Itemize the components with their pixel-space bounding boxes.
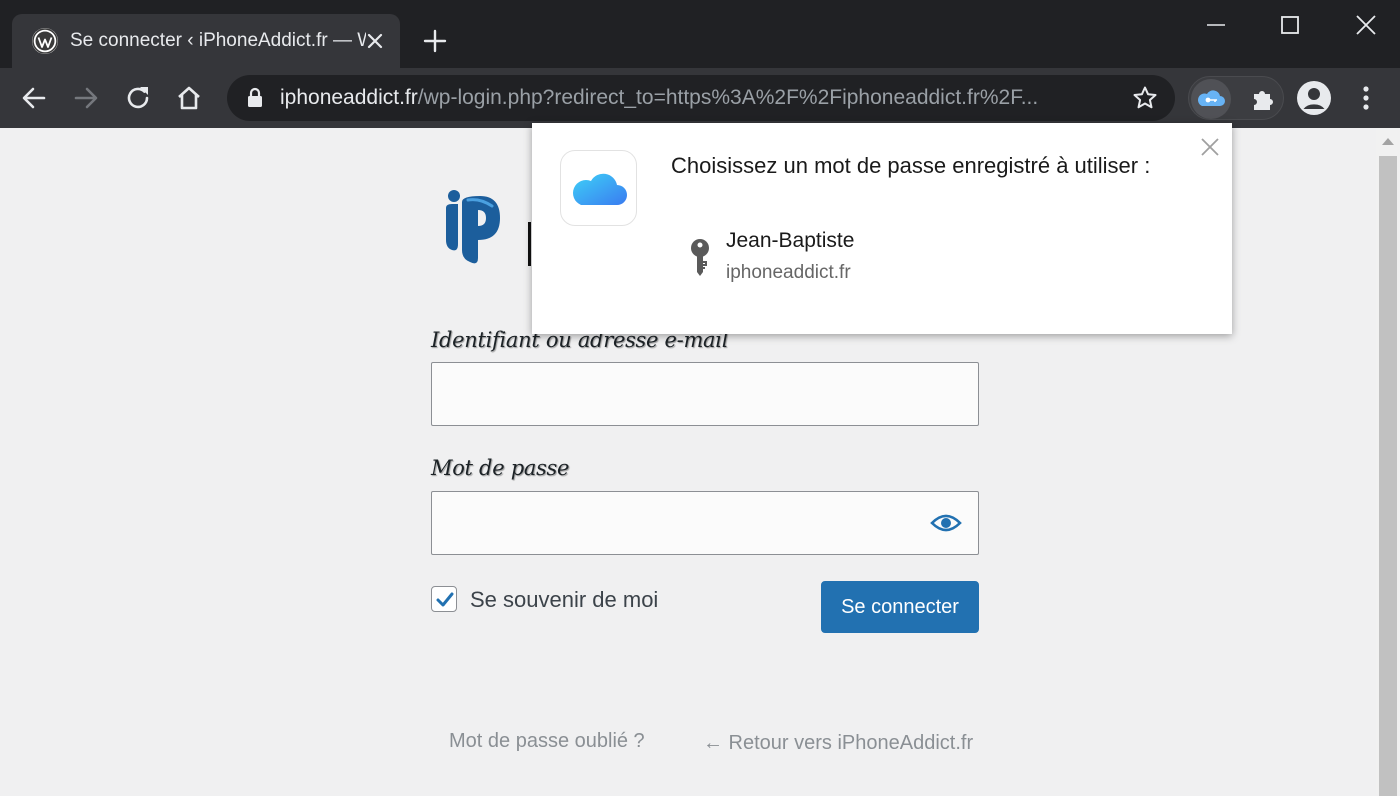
lost-password-link[interactable]: Mot de passe oublié ? <box>449 730 645 753</box>
iphoneaddict-logo[interactable] <box>440 182 540 272</box>
credential-site: iphoneaddict.fr <box>726 262 851 283</box>
reload-icon[interactable] <box>122 82 154 114</box>
plus-icon[interactable] <box>420 26 450 56</box>
minimize-icon[interactable] <box>1196 10 1236 40</box>
popup-title: Choisissez un mot de passe enregistré à … <box>671 153 1151 178</box>
saved-credential[interactable]: Jean-Baptiste iphoneaddict.fr <box>682 227 1102 289</box>
password-label: Mot de passe <box>431 456 570 480</box>
tab-title: Se connecter ‹ iPhoneAddict.fr — WordPre… <box>70 30 366 51</box>
url-text: iphoneaddict.fr/wp-login.php?redirect_to… <box>280 86 1110 110</box>
profile-icon[interactable] <box>1296 80 1332 116</box>
forward-icon[interactable] <box>70 82 102 114</box>
browser-toolbar: iphoneaddict.fr/wp-login.php?redirect_to… <box>0 68 1400 128</box>
scroll-up-icon[interactable] <box>1382 138 1394 145</box>
close-icon[interactable] <box>1200 137 1220 157</box>
close-icon[interactable] <box>362 28 388 54</box>
url-path: /wp-login.php?redirect_to=https%3A%2F%2F… <box>417 86 1039 109</box>
icloud-icon <box>560 150 637 226</box>
maximize-icon[interactable] <box>1270 10 1310 40</box>
address-bar[interactable]: iphoneaddict.fr/wp-login.php?redirect_to… <box>227 75 1175 121</box>
back-icon[interactable] <box>18 82 50 114</box>
login-button[interactable]: Se connecter <box>821 581 979 633</box>
icloud-key-icon[interactable] <box>1191 79 1231 119</box>
lock-icon[interactable] <box>243 86 267 110</box>
scrollbar[interactable] <box>1376 128 1400 796</box>
wordpress-icon <box>32 28 58 54</box>
eye-icon[interactable] <box>930 510 962 536</box>
window-close-icon[interactable] <box>1346 10 1386 40</box>
icloud-password-popup: Choisissez un mot de passe enregistré à … <box>532 123 1232 334</box>
username-input[interactable] <box>431 362 979 426</box>
puzzle-icon[interactable] <box>1249 85 1277 113</box>
extensions-area <box>1188 76 1284 120</box>
back-to-site-link[interactable]: ← Retour vers iPhoneAddict.fr <box>703 732 973 755</box>
scroll-thumb[interactable] <box>1379 156 1397 796</box>
star-icon[interactable] <box>1131 84 1159 112</box>
browser-tab[interactable]: Se connecter ‹ iPhoneAddict.fr — WordPre… <box>12 14 400 70</box>
home-icon[interactable] <box>173 82 205 114</box>
tab-strip: Se connecter ‹ iPhoneAddict.fr — WordPre… <box>0 0 1400 70</box>
remember-checkbox[interactable] <box>431 586 457 612</box>
password-input[interactable] <box>431 491 979 555</box>
key-icon <box>682 235 718 283</box>
url-host: iphoneaddict.fr <box>280 86 418 109</box>
credential-username: Jean-Baptiste <box>726 229 855 252</box>
kebab-menu-icon[interactable] <box>1356 82 1376 114</box>
remember-label: Se souvenir de moi <box>470 587 659 612</box>
